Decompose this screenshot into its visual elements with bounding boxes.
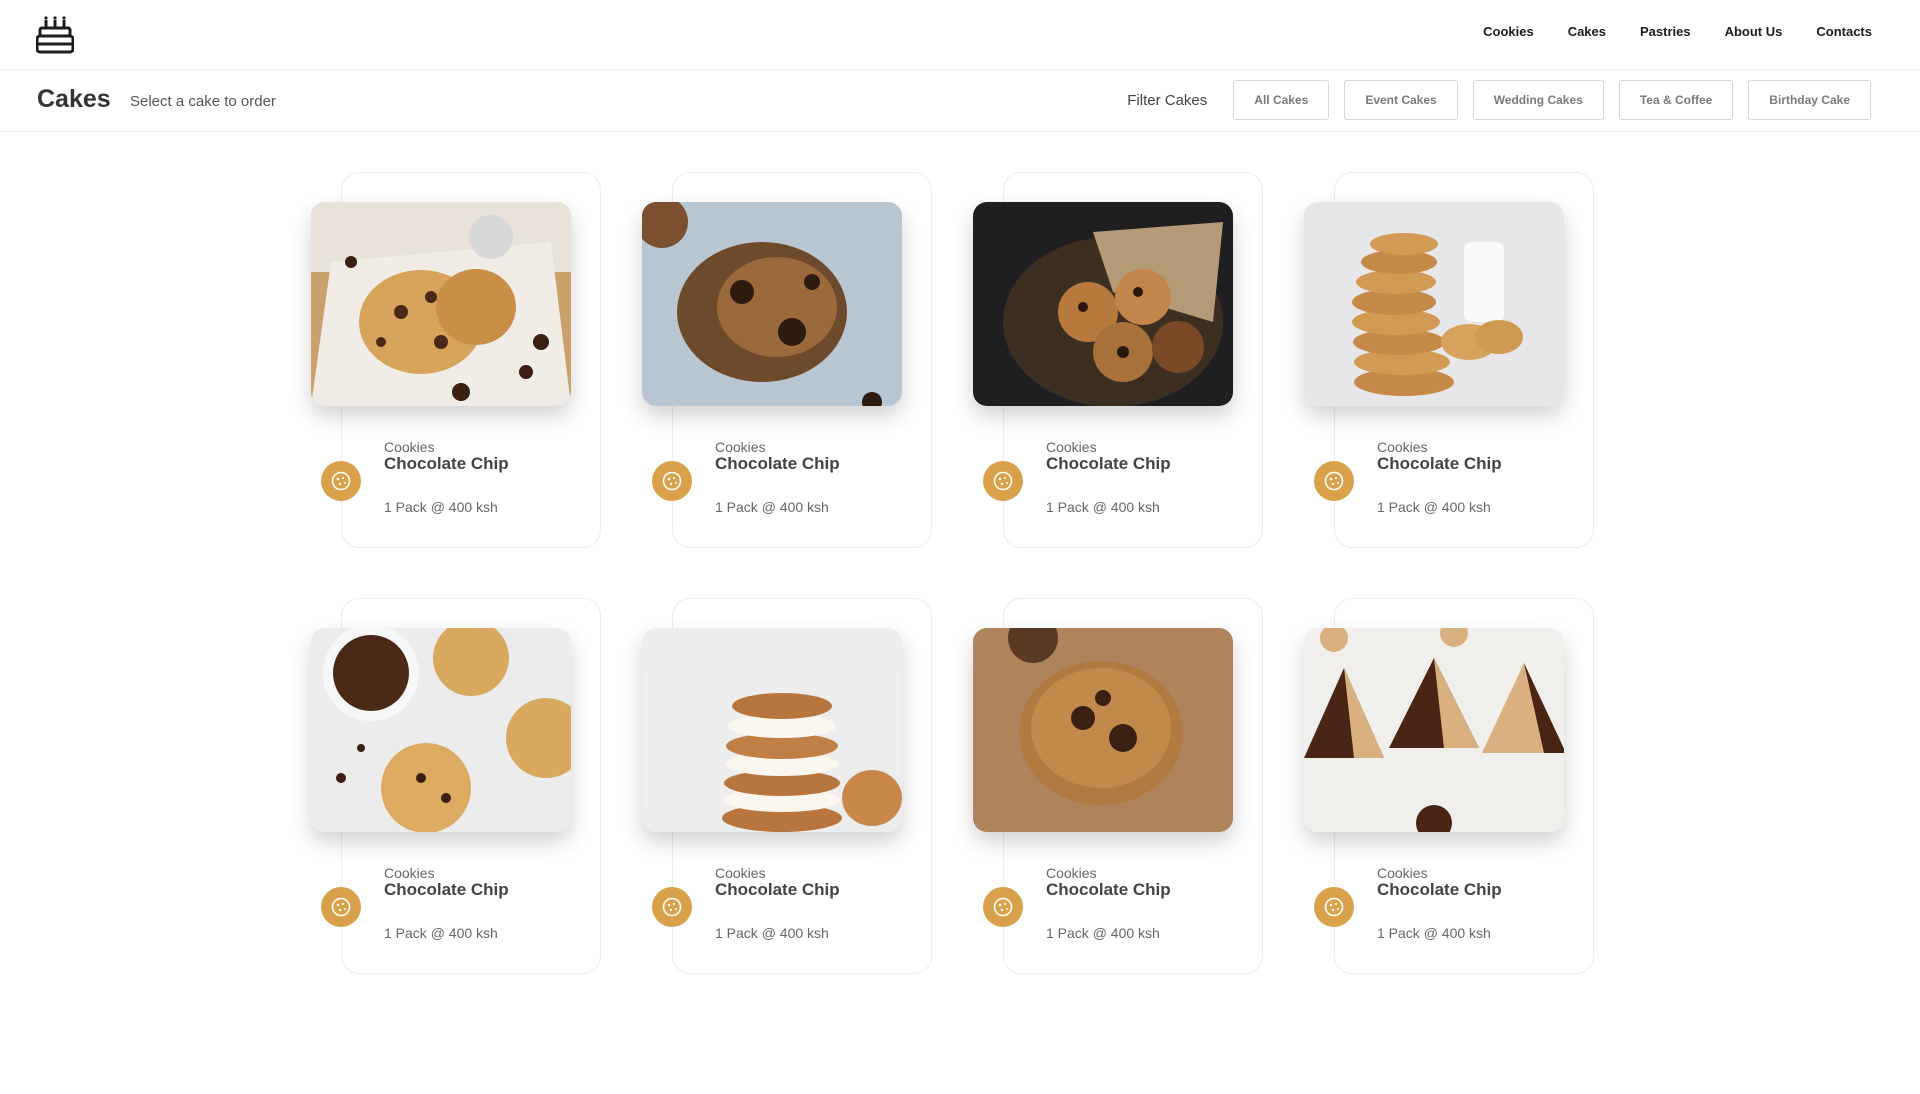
product-price: 1 Pack @ 400 ksh — [384, 925, 498, 941]
product-name: Chocolate Chip — [715, 880, 840, 899]
cookie-photo-icon[interactable] — [311, 202, 571, 406]
page-title: Cakes — [37, 85, 111, 113]
product-category: Cookies — [1046, 865, 1097, 881]
cake-logo-icon[interactable] — [36, 16, 74, 54]
product-price: 1 Pack @ 400 ksh — [715, 499, 829, 515]
cookie-photo-icon[interactable] — [973, 202, 1233, 406]
cookie-icon[interactable] — [1314, 887, 1354, 927]
product-card[interactable]: Cookies Chocolate Chip 1 Pack @ 400 ksh — [973, 172, 1263, 548]
product-category: Cookies — [715, 439, 766, 455]
product-category: Cookies — [384, 865, 435, 881]
cookie-photo-icon[interactable] — [973, 628, 1233, 832]
product-card[interactable]: Cookies Chocolate Chip 1 Pack @ 400 ksh — [311, 172, 601, 548]
gingerbread-tree-photo-icon[interactable] — [1304, 628, 1564, 832]
nav-cookies[interactable]: Cookies — [1483, 24, 1534, 39]
cookie-icon[interactable] — [983, 461, 1023, 501]
product-price: 1 Pack @ 400 ksh — [1377, 925, 1491, 941]
product-card[interactable]: Cookies Chocolate Chip 1 Pack @ 400 ksh — [1304, 172, 1594, 548]
product-card[interactable]: Cookies Chocolate Chip 1 Pack @ 400 ksh — [642, 598, 932, 974]
product-price: 1 Pack @ 400 ksh — [1377, 499, 1491, 515]
cookie-icon[interactable] — [1314, 461, 1354, 501]
filter-all-cakes-button[interactable]: All Cakes — [1233, 80, 1330, 120]
nav-cakes[interactable]: Cakes — [1568, 24, 1606, 39]
page-subtitle: Select a cake to order — [130, 93, 276, 110]
cookie-icon[interactable] — [983, 887, 1023, 927]
product-name: Chocolate Chip — [384, 880, 509, 899]
product-card[interactable]: Cookies Chocolate Chip 1 Pack @ 400 ksh — [973, 598, 1263, 974]
product-price: 1 Pack @ 400 ksh — [715, 925, 829, 941]
product-category: Cookies — [1377, 865, 1428, 881]
top-navbar: Cookies Cakes Pastries About Us Contacts — [0, 0, 1920, 70]
product-price: 1 Pack @ 400 ksh — [1046, 499, 1160, 515]
product-name: Chocolate Chip — [384, 454, 509, 473]
cookie-icon[interactable] — [321, 887, 361, 927]
main-nav: Cookies Cakes Pastries About Us Contacts — [1483, 24, 1872, 39]
product-price: 1 Pack @ 400 ksh — [384, 499, 498, 515]
product-name: Chocolate Chip — [715, 454, 840, 473]
nav-about-us[interactable]: About Us — [1725, 24, 1783, 39]
product-card[interactable]: Cookies Chocolate Chip 1 Pack @ 400 ksh — [311, 598, 601, 974]
product-name: Chocolate Chip — [1377, 880, 1502, 899]
cookie-photo-icon[interactable] — [642, 628, 902, 832]
product-price: 1 Pack @ 400 ksh — [1046, 925, 1160, 941]
filter-bar: Filter Cakes All Cakes Event Cakes Weddi… — [1127, 80, 1871, 120]
product-category: Cookies — [715, 865, 766, 881]
cookie-photo-icon[interactable] — [1304, 202, 1564, 406]
nav-contacts[interactable]: Contacts — [1816, 24, 1872, 39]
cookie-icon[interactable] — [652, 461, 692, 501]
product-category: Cookies — [384, 439, 435, 455]
cookie-icon[interactable] — [321, 461, 361, 501]
filter-label: Filter Cakes — [1127, 91, 1208, 109]
product-card[interactable]: Cookies Chocolate Chip 1 Pack @ 400 ksh — [642, 172, 932, 548]
product-category: Cookies — [1046, 439, 1097, 455]
product-name: Chocolate Chip — [1046, 454, 1171, 473]
product-name: Chocolate Chip — [1046, 880, 1171, 899]
page-header: Cakes Select a cake to order Filter Cake… — [0, 70, 1920, 132]
filter-wedding-cakes-button[interactable]: Wedding Cakes — [1472, 80, 1604, 120]
product-category: Cookies — [1377, 439, 1428, 455]
cookie-photo-icon[interactable] — [642, 202, 902, 406]
filter-tea-coffee-button[interactable]: Tea & Coffee — [1618, 80, 1734, 120]
product-name: Chocolate Chip — [1377, 454, 1502, 473]
cookie-photo-icon[interactable] — [311, 628, 571, 832]
filter-event-cakes-button[interactable]: Event Cakes — [1344, 80, 1458, 120]
cookie-icon[interactable] — [652, 887, 692, 927]
nav-pastries[interactable]: Pastries — [1640, 24, 1691, 39]
filter-birthday-cake-button[interactable]: Birthday Cake — [1748, 80, 1871, 120]
product-card[interactable]: Cookies Chocolate Chip 1 Pack @ 400 ksh — [1304, 598, 1594, 974]
